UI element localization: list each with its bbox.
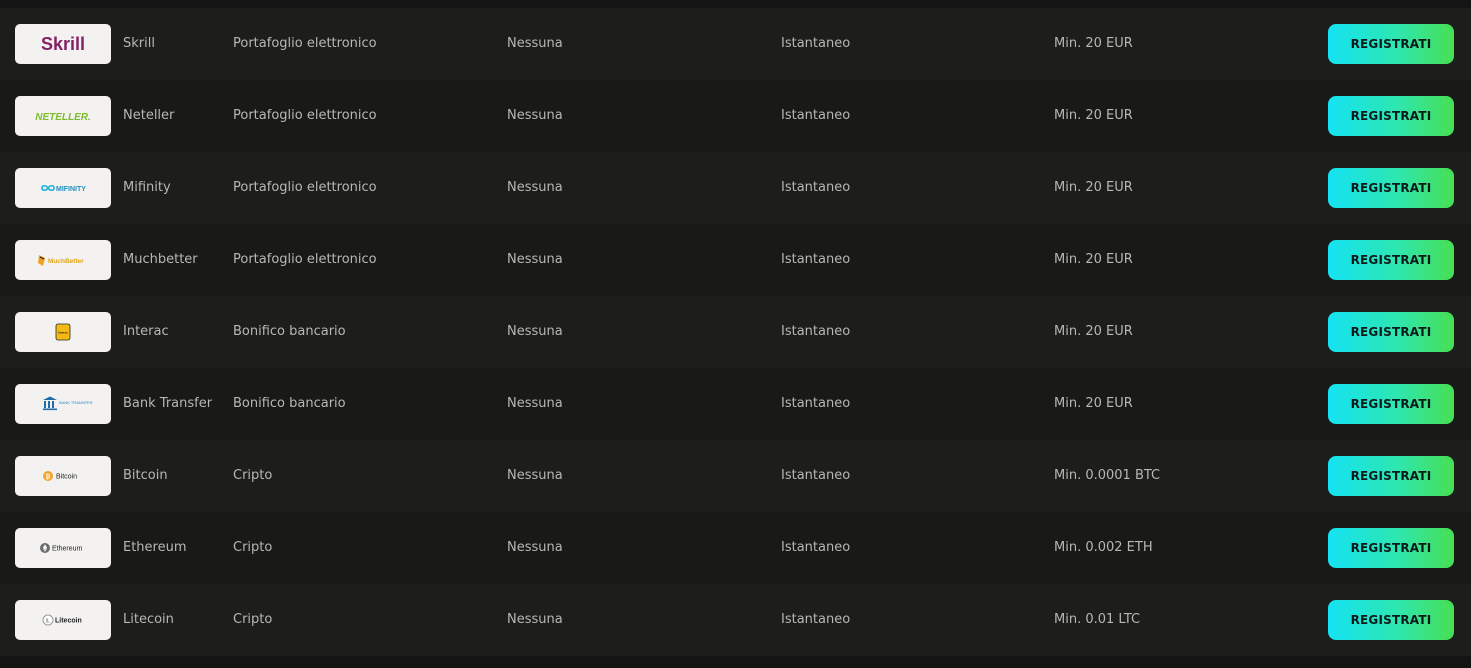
- litecoin-logo-text: Litecoin: [55, 617, 82, 624]
- litecoin-logo: Ł Litecoin: [15, 600, 111, 640]
- skrill-logo: Skrill: [15, 24, 111, 64]
- register-button[interactable]: REGISTRATI: [1328, 312, 1454, 352]
- method-type: Portafoglio elettronico: [233, 180, 377, 195]
- method-min: Min. 20 EUR: [1054, 324, 1133, 339]
- mifinity-logo: MIFINITY: [15, 168, 111, 208]
- method-time: Istantaneo: [781, 612, 851, 627]
- ethereum-logo: Ethereum: [15, 528, 111, 568]
- method-name: Skrill: [123, 36, 155, 51]
- method-time: Istantaneo: [781, 396, 851, 411]
- register-button[interactable]: REGISTRATI: [1328, 240, 1454, 280]
- skrill-logo-text: Skrill: [41, 34, 85, 54]
- table-row: Ł Litecoin Litecoin Cripto Nessuna Istan…: [0, 584, 1471, 656]
- method-name: Muchbetter: [123, 252, 198, 267]
- method-name: Bitcoin: [123, 468, 168, 483]
- method-fee: Nessuna: [507, 396, 563, 411]
- method-fee: Nessuna: [507, 540, 563, 555]
- method-min: Min. 0.0001 BTC: [1054, 468, 1161, 483]
- table-row: Interac Interac Bonifico bancario Nessun…: [0, 296, 1471, 368]
- bank-transfer-logo: BANK TRANSFER: [15, 384, 111, 424]
- bitcoin-logo-text: Bitcoin: [56, 473, 77, 480]
- method-fee: Nessuna: [507, 612, 563, 627]
- method-name: Neteller: [123, 108, 175, 123]
- method-time: Istantaneo: [781, 540, 851, 555]
- method-fee: Nessuna: [507, 324, 563, 339]
- method-min: Min. 20 EUR: [1054, 108, 1133, 123]
- table-row: ₿ Bitcoin Bitcoin Cripto Nessuna Istanta…: [0, 440, 1471, 512]
- method-min: Min. 0.002 ETH: [1054, 540, 1153, 555]
- table-row: NETELLER. Neteller Portafoglio elettroni…: [0, 80, 1471, 152]
- neteller-logo: NETELLER.: [15, 96, 111, 136]
- muchbetter-mark-icon: [38, 255, 45, 266]
- infinity-icon: [41, 184, 55, 192]
- method-min: Min. 20 EUR: [1054, 180, 1133, 195]
- method-type: Bonifico bancario: [233, 396, 346, 411]
- method-min: Min. 20 EUR: [1054, 36, 1133, 51]
- muchbetter-logo-text: MuchBetter: [48, 258, 84, 265]
- method-name: Interac: [123, 324, 169, 339]
- method-type: Cripto: [233, 468, 273, 483]
- method-type: Cripto: [233, 540, 273, 555]
- method-min: Min. 20 EUR: [1054, 252, 1133, 267]
- method-name: Litecoin: [123, 612, 174, 627]
- table-row: MIFINITY Mifinity Portafoglio elettronic…: [0, 152, 1471, 224]
- method-name: Mifinity: [123, 180, 171, 195]
- method-type: Portafoglio elettronico: [233, 108, 377, 123]
- method-fee: Nessuna: [507, 468, 563, 483]
- table-row: Ethereum Ethereum Cripto Nessuna Istanta…: [0, 512, 1471, 584]
- method-name: Ethereum: [123, 540, 187, 555]
- register-button[interactable]: REGISTRATI: [1328, 24, 1454, 64]
- register-button[interactable]: REGISTRATI: [1328, 456, 1454, 496]
- method-time: Istantaneo: [781, 180, 851, 195]
- method-time: Istantaneo: [781, 324, 851, 339]
- bank-transfer-logo-text: BANK TRANSFER: [59, 400, 93, 405]
- method-fee: Nessuna: [507, 180, 563, 195]
- method-type: Bonifico bancario: [233, 324, 346, 339]
- table-row: Skrill Skrill Portafoglio elettronico Ne…: [0, 8, 1471, 80]
- interac-logo: Interac: [15, 312, 111, 352]
- bitcoin-logo: ₿ Bitcoin: [15, 456, 111, 496]
- neteller-logo-text: NETELLER.: [35, 112, 91, 123]
- method-fee: Nessuna: [507, 36, 563, 51]
- table-row: BANK TRANSFER Bank Transfer Bonifico ban…: [0, 368, 1471, 440]
- method-time: Istantaneo: [781, 252, 851, 267]
- method-name: Bank Transfer: [123, 396, 213, 411]
- method-fee: Nessuna: [507, 108, 563, 123]
- method-time: Istantaneo: [781, 108, 851, 123]
- svg-text:₿: ₿: [46, 473, 51, 480]
- method-time: Istantaneo: [781, 36, 851, 51]
- method-min: Min. 0.01 LTC: [1054, 612, 1141, 627]
- mifinity-logo-text: MIFINITY: [56, 186, 86, 193]
- register-button[interactable]: REGISTRATI: [1328, 384, 1454, 424]
- method-type: Cripto: [233, 612, 273, 627]
- method-time: Istantaneo: [781, 468, 851, 483]
- method-type: Portafoglio elettronico: [233, 252, 377, 267]
- register-button[interactable]: REGISTRATI: [1328, 96, 1454, 136]
- muchbetter-logo: MuchBetter: [15, 240, 111, 280]
- register-button[interactable]: REGISTRATI: [1328, 528, 1454, 568]
- payment-methods-table: Skrill Skrill Portafoglio elettronico Ne…: [0, 8, 1471, 656]
- method-type: Portafoglio elettronico: [233, 36, 377, 51]
- ethereum-logo-text: Ethereum: [52, 545, 83, 552]
- interac-logo-text: Interac: [58, 331, 68, 335]
- table-row: MuchBetter Muchbetter Portafoglio elettr…: [0, 224, 1471, 296]
- method-min: Min. 20 EUR: [1054, 396, 1133, 411]
- svg-text:Ł: Ł: [46, 618, 50, 624]
- register-button[interactable]: REGISTRATI: [1328, 600, 1454, 640]
- bank-icon: [43, 396, 57, 411]
- method-fee: Nessuna: [507, 252, 563, 267]
- register-button[interactable]: REGISTRATI: [1328, 168, 1454, 208]
